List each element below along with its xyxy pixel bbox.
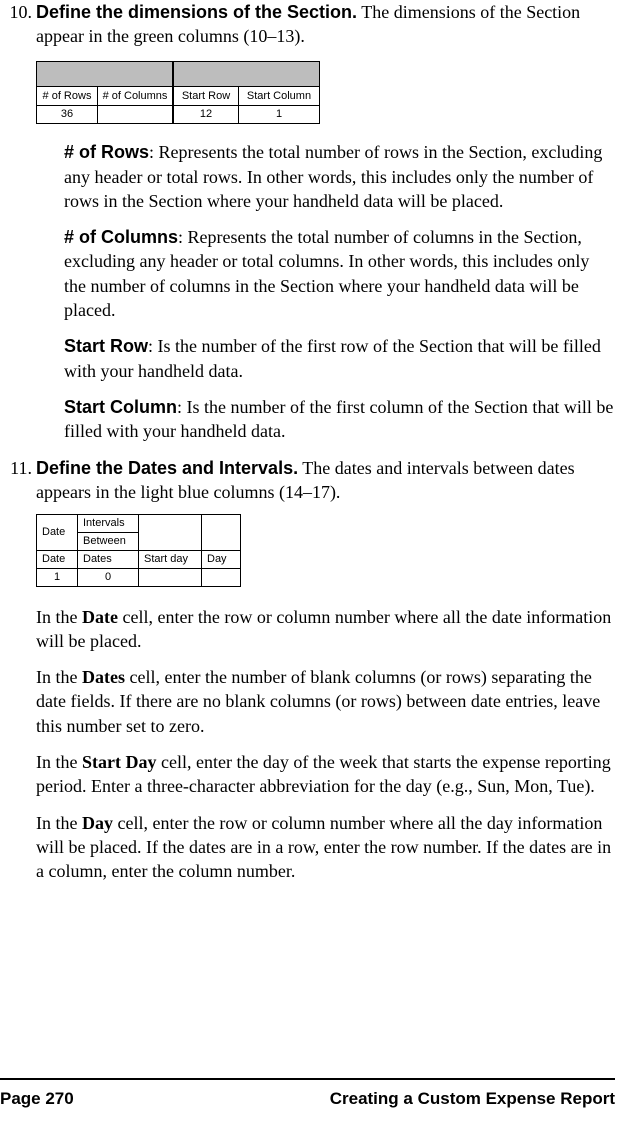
step-10-title: Define the dimensions of the Section. xyxy=(36,2,357,22)
para-date: In the Date cell, enter the row or colum… xyxy=(36,605,615,654)
val-columns xyxy=(98,106,174,124)
step-11-number: 11. xyxy=(0,456,36,505)
para-day-post: cell, enter the row or column number whe… xyxy=(36,813,611,882)
hdr-intervals: Intervals xyxy=(78,515,139,533)
footer-right: Creating a Custom Expense Report xyxy=(330,1088,615,1111)
step-11-title: Define the Dates and Intervals. xyxy=(36,458,298,478)
dimensions-table: # of Rows # of Columns Start Row Start C… xyxy=(36,61,320,125)
col-columns-label: # of Columns xyxy=(98,86,174,106)
step-11-body: Define the Dates and Intervals. The date… xyxy=(36,456,615,505)
para-date-post: cell, enter the row or column number whe… xyxy=(36,607,611,651)
def-startcol-label: Start Column xyxy=(64,397,177,417)
val-date: 1 xyxy=(37,568,78,586)
header-spacer xyxy=(37,61,174,86)
def-startcol: Start Column: Is the number of the first… xyxy=(64,395,615,444)
val-day xyxy=(202,568,241,586)
val-startcol: 1 xyxy=(239,106,320,124)
col-startrow-label: Start Row xyxy=(173,86,239,106)
table-row: Date Dates Start day Day xyxy=(37,550,241,568)
table-row xyxy=(37,61,320,86)
table-row: Date Intervals xyxy=(37,515,241,533)
def-startrow-label: Start Row xyxy=(64,336,148,356)
step-10-body: Define the dimensions of the Section. Th… xyxy=(36,0,615,49)
para-startday-pre: In the xyxy=(36,752,82,772)
def-rows-label: # of Rows xyxy=(64,142,149,162)
val-startday xyxy=(139,568,202,586)
step-11: 11. Define the Dates and Intervals. The … xyxy=(0,456,615,505)
para-dates-pre: In the xyxy=(36,667,82,687)
hdr-date: Date xyxy=(37,515,78,551)
def-startrow: Start Row: Is the number of the first ro… xyxy=(64,334,615,383)
sub-dates: Dates xyxy=(78,550,139,568)
dates-table: Date Intervals Between Date Dates Start … xyxy=(36,514,241,586)
table-row: 36 12 1 xyxy=(37,106,320,124)
para-day-bold: Day xyxy=(82,813,113,833)
definitions: # of Rows: Represents the total number o… xyxy=(64,140,615,443)
table-row: # of Rows # of Columns Start Row Start C… xyxy=(37,86,320,106)
val-rows: 36 xyxy=(37,106,98,124)
footer-left: Page 270 xyxy=(0,1088,74,1111)
hdr-blank3 xyxy=(139,515,202,551)
sub-date: Date xyxy=(37,550,78,568)
sub-day: Day xyxy=(202,550,241,568)
header-spacer xyxy=(173,61,320,86)
hdr-between: Between xyxy=(78,532,139,550)
content: 10. Define the dimensions of the Section… xyxy=(0,0,615,883)
para-date-bold: Date xyxy=(82,607,118,627)
para-dates-bold: Dates xyxy=(82,667,125,687)
para-startday-bold: Start Day xyxy=(82,752,157,772)
step-10: 10. Define the dimensions of the Section… xyxy=(0,0,615,49)
para-date-pre: In the xyxy=(36,607,82,627)
sub-startday: Start day xyxy=(139,550,202,568)
table-row: 1 0 xyxy=(37,568,241,586)
def-columns: # of Columns: Represents the total numbe… xyxy=(64,225,615,322)
hdr-blank4 xyxy=(202,515,241,551)
val-dates: 0 xyxy=(78,568,139,586)
para-dates: In the Dates cell, enter the number of b… xyxy=(36,665,615,738)
col-rows-label: # of Rows xyxy=(37,86,98,106)
step-10-number: 10. xyxy=(0,0,36,49)
col-startcol-label: Start Column xyxy=(239,86,320,106)
page-footer: Page 270 Creating a Custom Expense Repor… xyxy=(0,1078,615,1111)
para-day: In the Day cell, enter the row or column… xyxy=(36,811,615,884)
val-startrow: 12 xyxy=(173,106,239,124)
para-startday: In the Start Day cell, enter the day of … xyxy=(36,750,615,799)
page: 10. Define the dimensions of the Section… xyxy=(0,0,639,1131)
para-day-pre: In the xyxy=(36,813,82,833)
def-rows: # of Rows: Represents the total number o… xyxy=(64,140,615,213)
def-columns-label: # of Columns xyxy=(64,227,178,247)
